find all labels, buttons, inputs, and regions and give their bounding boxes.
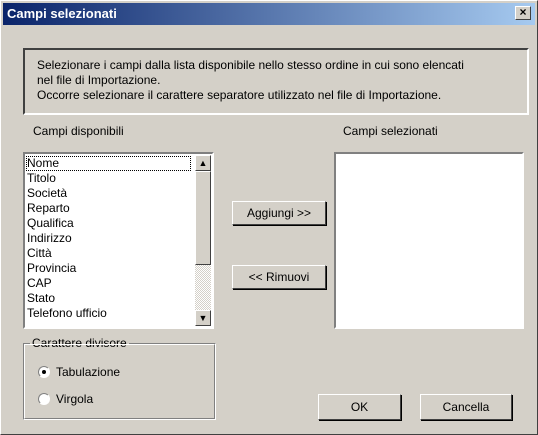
scroll-up-arrow-icon[interactable]: ▲ bbox=[195, 155, 211, 171]
list-item[interactable]: Città bbox=[26, 246, 191, 261]
radio-virgola[interactable]: Virgola bbox=[38, 391, 93, 407]
radio-tabulazione[interactable]: Tabulazione bbox=[38, 364, 120, 380]
selected-fields-list[interactable] bbox=[334, 152, 524, 329]
instructions-panel: Selezionare i campi dalla lista disponib… bbox=[23, 48, 529, 115]
close-icon: × bbox=[519, 5, 527, 19]
available-fields-label: Campi disponibili bbox=[33, 124, 124, 138]
close-button[interactable]: × bbox=[515, 6, 531, 20]
add-button[interactable]: Aggiungi >> bbox=[232, 201, 326, 225]
instructions-line-2: nel file di Importazione. bbox=[37, 73, 161, 87]
selected-fields-label: Campi selezionati bbox=[343, 124, 438, 138]
list-item[interactable]: Qualifica bbox=[26, 216, 191, 231]
list-item[interactable]: Indirizzo bbox=[26, 231, 191, 246]
ok-button[interactable]: OK bbox=[318, 394, 401, 420]
radio-button-icon[interactable] bbox=[38, 393, 50, 405]
radio-virgola-label: Virgola bbox=[56, 392, 94, 406]
radio-button-icon[interactable] bbox=[38, 366, 50, 378]
list-item[interactable]: Stato bbox=[26, 291, 191, 306]
separator-group-label: Carattere divisore bbox=[30, 336, 129, 350]
list-item[interactable]: Società bbox=[26, 186, 191, 201]
scroll-thumb[interactable] bbox=[195, 171, 211, 265]
available-list-scrollbar[interactable]: ▲ ▼ bbox=[195, 155, 211, 326]
dialog-window: Campi selezionati × Selezionare i campi … bbox=[0, 0, 538, 435]
list-item[interactable]: Nome bbox=[26, 156, 191, 171]
window-title: Campi selezionati bbox=[7, 6, 117, 21]
title-bar[interactable]: Campi selezionati × bbox=[3, 3, 535, 25]
available-fields-list[interactable]: Nome Titolo Società Reparto Qualifica Indiriz… bbox=[23, 152, 214, 329]
instructions-line-3: Occorre selezionare il carattere separat… bbox=[37, 88, 442, 102]
separator-group: Carattere divisore Tabulazione Virgola bbox=[23, 336, 216, 420]
remove-button[interactable]: << Rimuovi bbox=[232, 265, 326, 289]
list-item[interactable]: Reparto bbox=[26, 201, 191, 216]
instructions-line-1: Selezionare i campi dalla lista disponib… bbox=[37, 58, 464, 72]
list-item[interactable]: Provincia bbox=[26, 261, 191, 276]
scroll-down-arrow-icon[interactable]: ▼ bbox=[195, 310, 211, 326]
list-item[interactable]: Titolo bbox=[26, 171, 191, 186]
list-item[interactable]: CAP bbox=[26, 276, 191, 291]
cancel-button[interactable]: Cancella bbox=[420, 394, 512, 420]
radio-tabulazione-label: Tabulazione bbox=[56, 365, 121, 379]
list-item[interactable]: Telefono ufficio bbox=[26, 306, 191, 321]
